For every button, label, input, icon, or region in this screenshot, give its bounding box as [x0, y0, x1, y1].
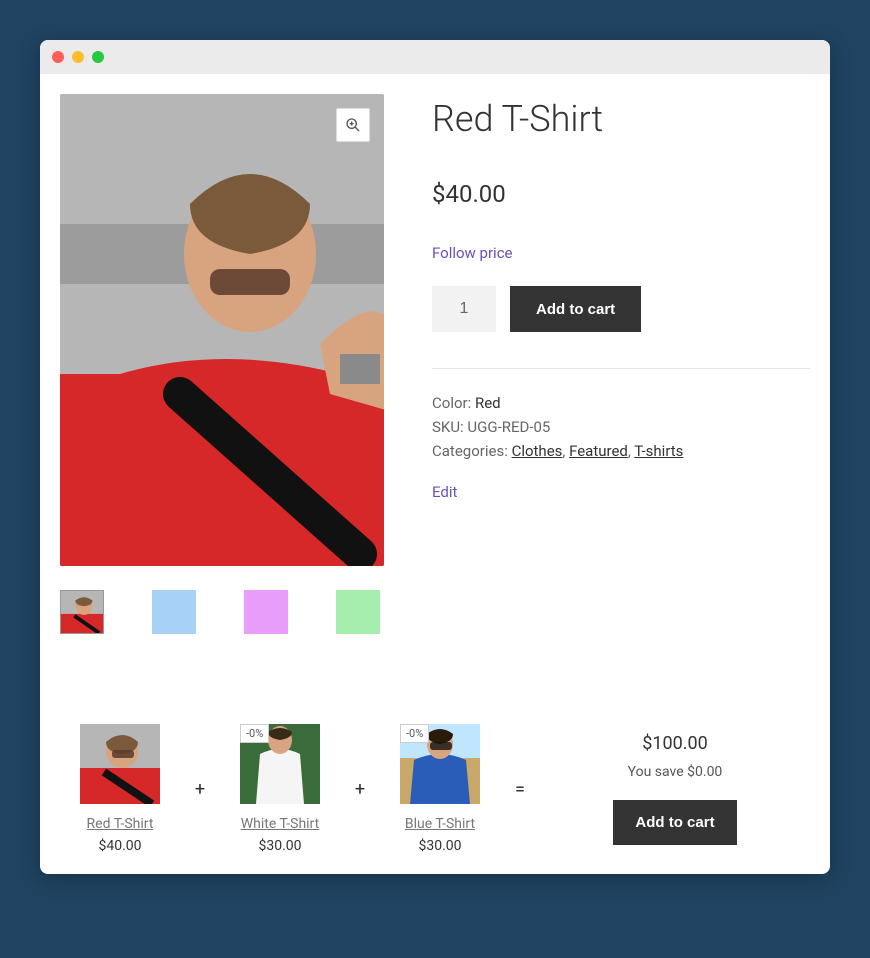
thumbnail-green[interactable] — [336, 590, 380, 634]
equals-operator: = — [510, 779, 530, 800]
bundle-add-to-cart-button[interactable]: Add to cart — [613, 800, 736, 845]
meta-color-row: Color: Red — [432, 391, 810, 415]
bundle-image-1[interactable] — [80, 724, 160, 804]
meta-color-value: Red — [475, 394, 501, 412]
edit-link[interactable]: Edit — [432, 483, 810, 501]
bundle-photo-red — [80, 724, 160, 804]
thumbnail-row — [60, 590, 384, 634]
window-close-button[interactable] — [52, 51, 64, 63]
window-titlebar — [40, 40, 830, 74]
plus-operator-1: + — [190, 779, 210, 800]
category-link-tshirts[interactable]: T-shirts — [634, 442, 683, 460]
meta-sku-value: UGG-RED-05 — [467, 418, 550, 436]
bundle-name-3[interactable]: Blue T-Shirt — [380, 816, 500, 832]
product-meta: Color: Red SKU: UGG-RED-05 Categories: C… — [432, 391, 810, 463]
bundle-badge-2: -0% — [240, 724, 269, 743]
magnify-plus-icon — [345, 117, 361, 133]
product-main-row: Red T-Shirt $40.00 Follow price Add to c… — [60, 94, 810, 634]
bundle-item-1: Red T-Shirt $40.00 — [60, 724, 180, 854]
bundle-price-3: $30.00 — [380, 838, 500, 854]
meta-sku-row: SKU: UGG-RED-05 — [432, 415, 810, 439]
bundle-total: $100.00 You save $0.00 Add to cart — [540, 733, 810, 845]
browser-window: Red T-Shirt $40.00 Follow price Add to c… — [40, 40, 830, 874]
bundle-item-3: -0% Blue T-Shirt $30.00 — [380, 724, 500, 854]
bundle-section: Red T-Shirt $40.00 + -0% White T-Shirt $… — [60, 724, 810, 854]
product-title: Red T-Shirt — [432, 98, 810, 140]
zoom-button[interactable] — [336, 108, 370, 142]
bundle-badge-3: -0% — [400, 724, 429, 743]
product-photo-red-shirt — [60, 94, 384, 566]
window-minimize-button[interactable] — [72, 51, 84, 63]
bundle-name-1[interactable]: Red T-Shirt — [60, 816, 180, 832]
thumbnail-pink[interactable] — [244, 590, 288, 634]
bundle-total-price: $100.00 — [540, 733, 810, 754]
bundle-price-1: $40.00 — [60, 838, 180, 854]
bundle-save-text: You save $0.00 — [540, 764, 810, 780]
product-details: Red T-Shirt $40.00 Follow price Add to c… — [432, 94, 810, 634]
bundle-image-3[interactable]: -0% — [400, 724, 480, 804]
meta-categories-row: Categories: Clothes, Featured, T-shirts — [432, 439, 810, 463]
quantity-input[interactable] — [432, 286, 496, 332]
meta-sku-label: SKU: — [432, 418, 464, 436]
product-main-image[interactable] — [60, 94, 384, 566]
add-to-cart-row: Add to cart — [432, 286, 810, 332]
product-gallery — [60, 94, 384, 634]
category-link-clothes[interactable]: Clothes — [512, 442, 563, 460]
meta-categories-label: Categories: — [432, 442, 508, 460]
follow-price-link[interactable]: Follow price — [432, 244, 810, 262]
thumbnail-red[interactable] — [60, 590, 104, 634]
page-content: Red T-Shirt $40.00 Follow price Add to c… — [40, 74, 830, 874]
bundle-item-2: -0% White T-Shirt $30.00 — [220, 724, 340, 854]
meta-divider — [432, 368, 810, 369]
category-link-featured[interactable]: Featured — [569, 442, 628, 460]
thumbnail-red-photo — [61, 591, 103, 633]
product-price: $40.00 — [432, 180, 810, 208]
thumbnail-blue[interactable] — [152, 590, 196, 634]
plus-operator-2: + — [350, 779, 370, 800]
meta-color-label: Color: — [432, 394, 471, 412]
add-to-cart-button[interactable]: Add to cart — [510, 286, 641, 332]
bundle-price-2: $30.00 — [220, 838, 340, 854]
window-maximize-button[interactable] — [92, 51, 104, 63]
bundle-name-2[interactable]: White T-Shirt — [220, 816, 340, 832]
bundle-image-2[interactable]: -0% — [240, 724, 320, 804]
